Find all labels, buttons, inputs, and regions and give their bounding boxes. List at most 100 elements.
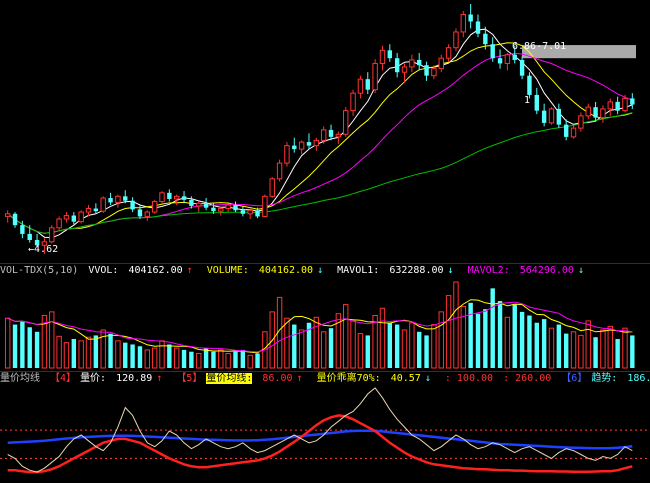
volume-bar-up	[409, 322, 415, 369]
candle-body-up	[173, 195, 180, 200]
candle-body-up	[372, 62, 378, 91]
candle-body-down	[328, 129, 334, 137]
volume-bar-down	[541, 319, 547, 368]
volume-bar-up	[320, 331, 327, 369]
volume-bar-up	[196, 353, 202, 369]
volume-bar-down	[556, 324, 562, 368]
volume-bar-down	[630, 335, 635, 368]
volume-bar-up	[56, 335, 62, 369]
candle-body-up	[100, 197, 106, 212]
candle-body-down	[556, 108, 562, 125]
volume-bar-down	[483, 309, 488, 368]
volume-bar-down	[468, 302, 473, 368]
volume-bar-up	[159, 340, 165, 369]
candle-body-up	[431, 68, 437, 77]
volume-bar-up	[151, 347, 158, 369]
volume-bar-up	[298, 329, 305, 369]
candle-body-down	[292, 145, 297, 150]
candle-body-up	[269, 178, 275, 197]
volume-bar-up	[600, 329, 606, 369]
volume-bar-down	[490, 288, 495, 368]
candle-body-down	[71, 215, 77, 222]
candle-body-up	[63, 215, 70, 220]
candle-body-up	[144, 211, 151, 217]
candle-body-down	[211, 207, 216, 212]
volume-bar-down	[233, 351, 238, 368]
candle-body-down	[630, 98, 635, 105]
candle-body-down	[137, 209, 143, 217]
candle-body-up	[343, 110, 349, 135]
candle-body-down	[593, 107, 598, 118]
candle-body-down	[563, 124, 569, 137]
candle-body-down	[12, 213, 18, 226]
volume-bar-down	[181, 349, 187, 368]
volume-bar-down	[387, 322, 393, 368]
volume-bar-up	[622, 327, 628, 369]
volume-bar-up	[578, 334, 584, 369]
volume-bar-down	[71, 339, 77, 368]
line-260-readout: : 260.00	[503, 373, 552, 384]
price-range-label: 6.86-7.01	[512, 41, 567, 52]
mavol2-readout: MAVOL2: 564296.00 ↓	[467, 265, 584, 276]
candle-body-up	[284, 145, 290, 164]
volume-bar-down	[20, 320, 25, 368]
candle-body-down	[233, 205, 238, 211]
candle-body-down	[255, 210, 260, 217]
candle-body-down	[483, 33, 488, 45]
volume-bar-up	[100, 329, 106, 369]
volume-bar-up	[570, 331, 577, 369]
candle-body-down	[387, 50, 393, 59]
candle-body-down	[497, 58, 503, 64]
candle-body-up	[504, 54, 511, 64]
indicator-name: 量价均线	[0, 373, 40, 384]
volume-bar-down	[130, 344, 135, 368]
candle-body-up	[607, 101, 613, 110]
candle-body-up	[438, 57, 444, 70]
volume-bar-down	[211, 351, 216, 368]
volume-bar-up	[49, 311, 55, 369]
vvol-readout: VVOL: 404162.00 ↑	[88, 265, 193, 276]
candle-body-down	[424, 65, 429, 76]
candle-body-up	[357, 78, 364, 94]
low-price-label: ←4.62	[28, 244, 59, 255]
candle-body-down	[189, 199, 194, 206]
candle-body-down	[512, 54, 517, 60]
volume-bar-down	[365, 335, 370, 368]
candle-body-up	[453, 31, 459, 49]
candle-body-up	[379, 49, 386, 64]
candle-body-up	[49, 227, 55, 243]
candle-body-up	[247, 209, 253, 215]
candle-body-up	[56, 218, 62, 229]
candle-body-up	[159, 192, 165, 203]
candle-body-up	[445, 47, 452, 59]
volume-bar-up	[225, 353, 231, 369]
candle-body-up	[313, 139, 320, 147]
candle-body-up	[225, 204, 231, 210]
candle-body-up	[585, 106, 591, 117]
indicator-panel[interactable]	[0, 387, 650, 474]
candle-body-down	[394, 58, 400, 73]
candle-body-up	[570, 127, 577, 138]
volume-bar-down	[497, 301, 503, 368]
volume-readout: VOLUME: 404162.00 ↓	[206, 265, 324, 276]
volume-bar-down	[527, 315, 532, 368]
candle-body-down	[468, 14, 473, 22]
volume-bar-up	[585, 320, 591, 369]
stock-chart[interactable]	[0, 0, 650, 483]
volume-bar-up	[63, 342, 70, 369]
candle-body-down	[108, 198, 113, 203]
candle-body-up	[350, 92, 356, 112]
candle-body-up	[401, 66, 408, 73]
volume-bar-up	[144, 349, 151, 369]
marker-label: 1	[524, 95, 531, 106]
candle-body-down	[490, 44, 495, 59]
candle-body-up	[262, 195, 268, 217]
volume-bar-down	[512, 304, 517, 368]
volume-panel[interactable]	[4, 281, 635, 369]
volume-price-ma-line	[7, 414, 633, 474]
candle-body-up	[4, 213, 11, 217]
candle-body-down	[27, 233, 32, 241]
volume-bar-up	[284, 317, 290, 369]
candle-body-up	[622, 97, 628, 112]
candle-body-up	[460, 13, 467, 33]
